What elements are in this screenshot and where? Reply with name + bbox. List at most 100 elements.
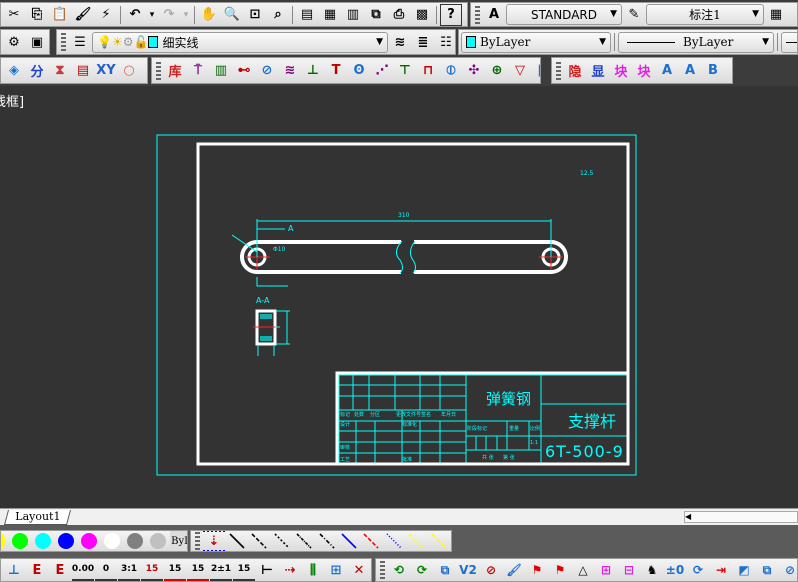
linetype-button-7[interactable] — [383, 531, 404, 551]
screw-icon[interactable]: ▽ — [509, 60, 531, 82]
pin-icon[interactable]: ʘ — [348, 60, 370, 82]
layer-select[interactable]: 💡 ☀ ⚙ 🔓 细实线 ▼ — [92, 31, 388, 53]
brush-icon[interactable]: 🖌 — [503, 559, 525, 581]
table-style-icon[interactable]: ▦ — [765, 4, 787, 26]
array-icon[interactable]: ⊞ — [595, 559, 617, 581]
linetype-button-6[interactable] — [360, 531, 381, 551]
toolbar-grip[interactable] — [556, 61, 561, 80]
color-swatch-1[interactable] — [12, 533, 28, 549]
display-button-0[interactable]: 隐 — [564, 60, 586, 82]
color-swatch-4[interactable] — [81, 533, 97, 549]
layer-previous-icon[interactable]: ≣ — [412, 31, 434, 53]
toolbar-grip[interactable] — [475, 5, 480, 24]
dim-tool-1[interactable]: E — [26, 559, 48, 581]
scale-icon[interactable]: ◩ — [733, 559, 755, 581]
lineweight-select[interactable] — [781, 31, 797, 53]
target-icon[interactable]: ⊕ — [486, 60, 508, 82]
properties-icon[interactable]: ▤ — [296, 4, 318, 26]
linetype-button-5[interactable] — [338, 531, 359, 551]
table-icon[interactable]: ▤ — [72, 60, 94, 82]
horse-icon[interactable]: ♞ — [641, 559, 663, 581]
refresh-icon[interactable]: ⟳ — [687, 559, 709, 581]
bulb-on-icon[interactable]: 💡 — [97, 35, 112, 49]
mirror-icon[interactable]: △ — [572, 559, 594, 581]
dim-tool-extra-1[interactable]: ⇢ — [279, 559, 301, 581]
fillet-icon[interactable]: ◜ — [141, 60, 147, 82]
layer-properties-icon[interactable]: ☰ — [69, 31, 91, 53]
display-button-5[interactable]: A — [679, 60, 701, 82]
zoom-window-icon[interactable]: ⊡ — [244, 4, 266, 26]
dim-style-button-2[interactable]: 3:1 — [118, 559, 140, 581]
sun-icon[interactable]: ☀ — [112, 35, 123, 49]
match-properties-icon[interactable]: 🖌 — [72, 4, 94, 26]
calculator-icon[interactable]: ▩ — [411, 4, 433, 26]
tab-layout1[interactable]: Layout1 — [3, 510, 72, 525]
cross-hatch-icon[interactable]: ⋰ — [371, 60, 393, 82]
color-swatch-0[interactable] — [1, 533, 5, 549]
copy-icon[interactable]: ⎘ — [26, 4, 48, 26]
dim-style-button-7[interactable]: 15 — [233, 559, 255, 581]
toolbar-grip[interactable] — [156, 61, 161, 80]
bolt-icon[interactable]: ⊥ — [302, 60, 324, 82]
punch-icon[interactable]: ⍑ — [187, 60, 209, 82]
redo-icon[interactable]: ↷ — [158, 4, 180, 26]
dim-tool-extra-4[interactable]: ✕ — [348, 559, 370, 581]
dim-style-button-6[interactable]: 2±1 — [210, 559, 232, 581]
dim-tool-2[interactable]: E — [49, 559, 71, 581]
scroll-left-icon[interactable]: ◀ — [685, 512, 691, 521]
mirror-rotate-icon[interactable]: ⟳ — [411, 559, 433, 581]
text-style-select[interactable]: STANDARD ▼ — [506, 4, 622, 25]
linetype-button-3[interactable] — [293, 531, 314, 551]
no-icon[interactable]: ⊘ — [779, 559, 797, 581]
zero-icon[interactable]: ±0 — [664, 559, 686, 581]
shape-icon[interactable]: ○ — [118, 60, 140, 82]
text-style-icon[interactable]: A — [483, 4, 505, 26]
color-select[interactable]: ByLayer ▼ — [461, 31, 611, 53]
spring-icon[interactable]: ≋ — [279, 60, 301, 82]
dim-style-button-0[interactable]: 0.00 — [72, 559, 94, 581]
extend-icon[interactable]: ⇥ — [710, 559, 732, 581]
array2-icon[interactable]: ⊟ — [618, 559, 640, 581]
mold-icon[interactable]: ▥ — [210, 60, 232, 82]
3d-box-icon[interactable]: ◈ — [3, 60, 25, 82]
toolbar-grip[interactable] — [380, 561, 385, 579]
linetype-button-2[interactable] — [271, 531, 292, 551]
linetype-button-0[interactable] — [226, 531, 247, 551]
color-swatch-2[interactable] — [35, 533, 51, 549]
hatch-circle-icon[interactable]: ⊘ — [256, 60, 278, 82]
t-bolt-icon[interactable]: T — [325, 60, 347, 82]
linetype-button-9[interactable] — [428, 531, 449, 551]
linetype-button-1[interactable] — [248, 531, 269, 551]
pan-icon[interactable]: ✋ — [198, 4, 220, 26]
dim-tool-extra-2[interactable]: ⫼ — [302, 559, 324, 581]
undo-icon[interactable]: ↶ — [124, 4, 146, 26]
dim-style-button-3[interactable]: 15 — [141, 559, 163, 581]
workspace-settings-icon[interactable]: ⚙ — [3, 31, 25, 53]
color-swatch-7[interactable] — [150, 533, 166, 549]
layer-freeze-icon[interactable]: ⚙ — [123, 35, 134, 49]
zoom-previous-icon[interactable]: ⌕ — [267, 4, 289, 26]
copy-icon[interactable]: ⧉ — [756, 559, 778, 581]
layer-state-icon[interactable]: ▣ — [26, 31, 48, 53]
cut-icon[interactable]: ✂ — [3, 4, 25, 26]
markup-icon[interactable]: ⎙ — [388, 4, 410, 26]
horizontal-scrollbar[interactable]: ◀ — [684, 511, 798, 523]
stud-icon[interactable]: ⊓ — [417, 60, 439, 82]
display-button-7[interactable]: B — [725, 60, 732, 82]
undo-dropdown-icon[interactable]: ▾ — [147, 4, 157, 26]
linetype-button-4[interactable] — [316, 531, 337, 551]
unlock-icon[interactable]: 🔓 — [133, 35, 148, 49]
rotate-icon[interactable]: ⟲ — [388, 559, 410, 581]
display-button-2[interactable]: 块 — [610, 60, 632, 82]
design-center-icon[interactable]: ▦ — [319, 4, 341, 26]
dim-tool-extra-0[interactable]: ⊢ — [256, 559, 278, 581]
flag-red-icon[interactable]: ⚑ — [549, 559, 571, 581]
drawing-canvas[interactable]: 线框] 12.5 310 A Φ10 A-A 弹簧钢 支撑杆 6T-500-9 … — [0, 86, 798, 508]
make-current-layer-icon[interactable]: ≋ — [389, 31, 411, 53]
display-button-3[interactable]: 块 — [633, 60, 655, 82]
color-swatch-3[interactable] — [58, 533, 74, 549]
linetype-button-8[interactable] — [405, 531, 426, 551]
gear-profile-icon[interactable]: ✣ — [463, 60, 485, 82]
sheet-set-icon[interactable]: ⧉ — [365, 4, 387, 26]
bylayer-color-button[interactable]: ByL — [170, 531, 187, 551]
